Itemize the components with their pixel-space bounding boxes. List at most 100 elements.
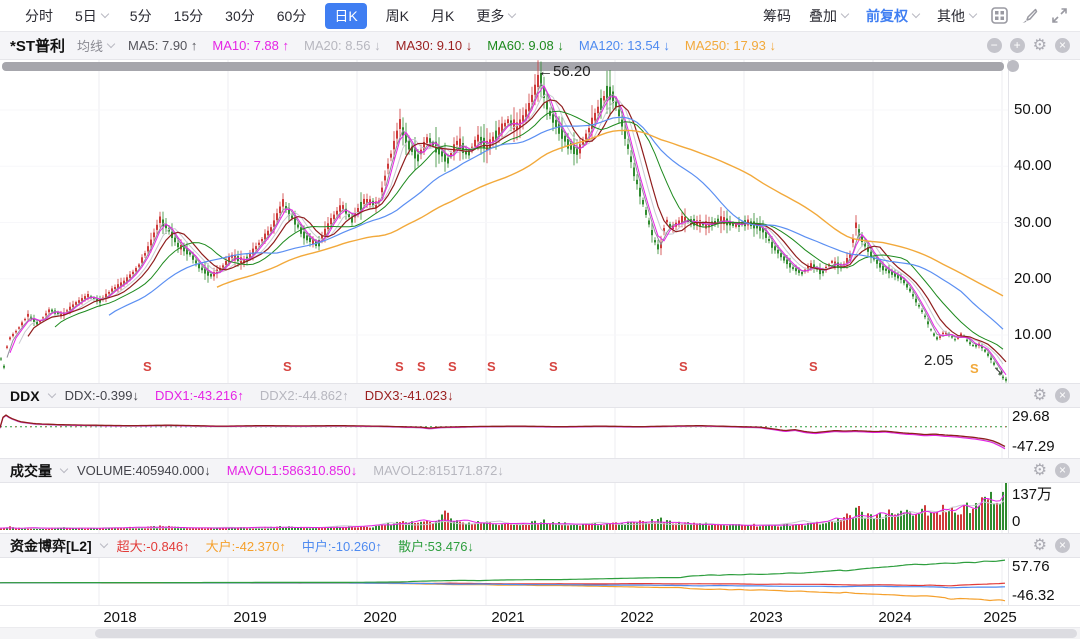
stock-chart-app: 分时 5日 5分 15分 30分 60分 日K 周K 月K 更多 筹码 叠加 前… xyxy=(0,0,1080,639)
sell-marker: S xyxy=(417,359,426,374)
volume-axis-max: 137万 xyxy=(1012,483,1052,504)
chevron-down-icon xyxy=(508,10,516,18)
fund-axis-min: -46.32 xyxy=(1012,587,1055,604)
ddx2-value: DDX2:-44.862↑ xyxy=(260,388,349,403)
toolbar-icons xyxy=(991,7,1068,24)
mavol2-value: MAVOL2:815171.872↓ xyxy=(373,463,504,478)
chevron-down-icon xyxy=(60,465,68,473)
retail-holder-value: 散户:53.476↓ xyxy=(398,536,474,555)
chevron-down-icon xyxy=(969,10,977,18)
mavol1-value: MAVOL1:586310.850↓ xyxy=(227,463,358,478)
volume-chart[interactable] xyxy=(0,483,1008,533)
chip-distribution-button[interactable]: 筹码 xyxy=(754,6,800,26)
stock-name: *ST普利 xyxy=(10,35,65,56)
more-periods-menu[interactable]: 更多 xyxy=(465,6,526,26)
ma120-value: MA120: 13.54 ↓ xyxy=(579,38,670,53)
ma5-value: MA5: 7.90 ↑ xyxy=(128,38,197,53)
tab-minute[interactable]: 分时 xyxy=(14,6,64,26)
fund-battle-chart[interactable] xyxy=(0,558,1008,605)
ddx-axis-max: 29.68 xyxy=(1012,408,1050,425)
ma60-value: MA60: 9.08 ↓ xyxy=(487,38,564,53)
main-candlestick-chart[interactable] xyxy=(0,60,1008,383)
chevron-down-icon xyxy=(99,540,107,548)
fund-axis-max: 57.76 xyxy=(1012,558,1050,575)
period-tabs: 分时 5日 5分 15分 30分 60分 日K 周K 月K 更多 xyxy=(0,3,526,29)
close-icon[interactable]: × xyxy=(1055,38,1070,53)
sell-marker: S xyxy=(143,359,152,374)
ma-group-menu[interactable]: 均线 xyxy=(77,36,114,55)
gear-icon[interactable]: ⚙ xyxy=(1033,38,1047,53)
sell-marker: S xyxy=(809,359,818,374)
year-label: 2023 xyxy=(744,609,788,626)
gear-icon[interactable]: ⚙ xyxy=(1033,463,1047,478)
chevron-down-icon xyxy=(841,10,849,18)
horizontal-scrollbar[interactable] xyxy=(0,627,1080,639)
brush-icon[interactable] xyxy=(1021,7,1038,24)
volume-panel-controls: ⚙ × xyxy=(1033,463,1080,478)
chevron-down-icon xyxy=(107,40,115,48)
zoom-out-icon[interactable]: − xyxy=(987,38,1002,53)
fullscreen-icon[interactable] xyxy=(1051,7,1068,24)
adjust-mode-menu[interactable]: 前复权 xyxy=(857,6,928,26)
sell-marker: S xyxy=(283,359,292,374)
tab-15min[interactable]: 15分 xyxy=(163,6,215,26)
tab-monthly-k[interactable]: 月K xyxy=(420,6,465,26)
grid-layout-icon[interactable] xyxy=(991,7,1008,24)
year-label: 2018 xyxy=(98,609,142,626)
price-axis-tick: 40.00 xyxy=(1014,157,1052,174)
volume-title-menu[interactable]: 成交量 xyxy=(10,461,52,481)
super-large-value: 超大:-0.846↑ xyxy=(117,536,190,555)
ddx3-value: DDX3:-41.023↓ xyxy=(365,388,454,403)
period-toolbar: 分时 5日 5分 15分 30分 60分 日K 周K 月K 更多 筹码 叠加 前… xyxy=(0,0,1080,32)
fund-panel-controls: ⚙ × xyxy=(1033,538,1080,553)
ma10-value: MA10: 7.88 ↑ xyxy=(212,38,289,53)
tab-daily-k[interactable]: 日K xyxy=(325,3,366,29)
overlay-menu[interactable]: 叠加 xyxy=(800,6,857,26)
sell-marker: S xyxy=(448,359,457,374)
high-price-annotation: ←56.20 xyxy=(538,63,591,80)
close-icon[interactable]: × xyxy=(1055,388,1070,403)
close-icon[interactable]: × xyxy=(1055,463,1070,478)
ddx-axis-min: -47.29 xyxy=(1012,438,1055,455)
ddx-panel-controls: ⚙ × xyxy=(1033,388,1080,403)
ma30-value: MA30: 9.10 ↓ xyxy=(396,38,473,53)
navigator-handle[interactable] xyxy=(1007,60,1019,72)
price-axis-tick: 50.00 xyxy=(1014,101,1052,118)
year-label: 2020 xyxy=(358,609,402,626)
chevron-down-icon xyxy=(47,390,55,398)
time-axis: 2018 2019 2020 2021 2022 2023 2024 2025 xyxy=(0,605,1080,625)
year-label: 2024 xyxy=(873,609,917,626)
tab-60min[interactable]: 60分 xyxy=(266,6,318,26)
toolbar-right: 筹码 叠加 前复权 其他 xyxy=(754,6,1080,26)
price-axis-tick: 10.00 xyxy=(1014,326,1052,343)
year-label: 2025 xyxy=(978,609,1022,626)
volume-value: VOLUME:405940.000↓ xyxy=(77,463,211,478)
year-label: 2022 xyxy=(615,609,659,626)
scrollbar-thumb[interactable] xyxy=(95,629,1077,638)
gear-icon[interactable]: ⚙ xyxy=(1033,538,1047,553)
ddx-panel-header: DDX DDX:-0.399↓ DDX1:-43.216↑ DDX2:-44.8… xyxy=(0,383,1080,408)
sell-marker-orange: S xyxy=(970,361,979,376)
ma20-value: MA20: 8.56 ↓ xyxy=(304,38,381,53)
arrow-left-icon: ← xyxy=(538,63,553,80)
arrow-down-right-icon: ↘ xyxy=(993,363,1004,379)
ddx-title-menu[interactable]: DDX xyxy=(10,388,40,404)
close-icon[interactable]: × xyxy=(1055,538,1070,553)
year-label: 2019 xyxy=(228,609,272,626)
sell-marker: S xyxy=(679,359,688,374)
ma-indicator-bar: *ST普利 均线 MA5: 7.90 ↑ MA10: 7.88 ↑ MA20: … xyxy=(0,32,1080,60)
fund-panel-header: 资金博弈[L2] 超大:-0.846↑ 大户:-42.370↑ 中户:-10.2… xyxy=(0,533,1080,558)
other-menu[interactable]: 其他 xyxy=(928,6,985,26)
zoom-in-icon[interactable]: + xyxy=(1010,38,1025,53)
volume-axis-min: 0 xyxy=(1012,513,1020,530)
sell-marker: S xyxy=(549,359,558,374)
tab-5day[interactable]: 5日 xyxy=(64,6,119,26)
tab-weekly-k[interactable]: 周K xyxy=(375,6,420,26)
fund-title-menu[interactable]: 资金博弈[L2] xyxy=(10,536,92,556)
ddx-chart[interactable] xyxy=(0,408,1008,458)
gear-icon[interactable]: ⚙ xyxy=(1033,388,1047,403)
tab-5min[interactable]: 5分 xyxy=(119,6,163,26)
sell-marker: S xyxy=(395,359,404,374)
year-label: 2021 xyxy=(486,609,530,626)
tab-30min[interactable]: 30分 xyxy=(214,6,266,26)
